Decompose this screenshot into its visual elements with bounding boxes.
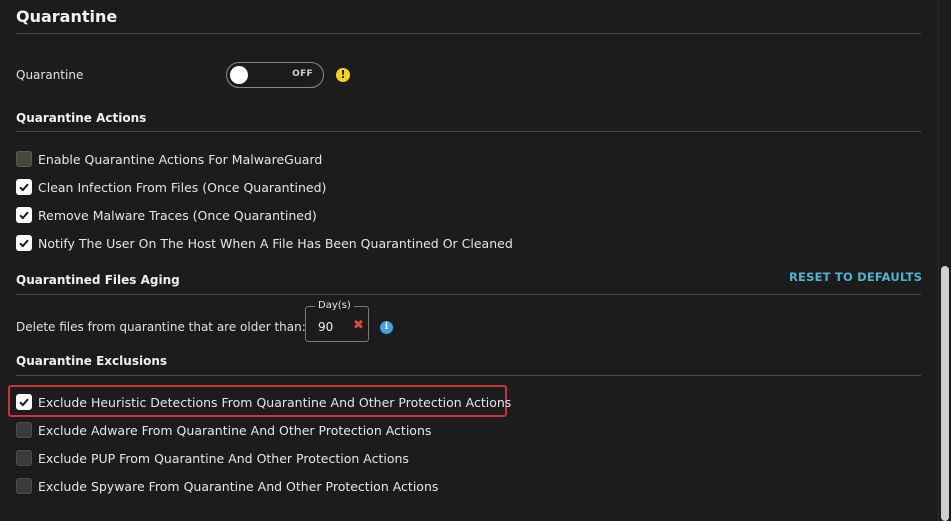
aging-heading: Quarantined Files Aging [16, 273, 180, 287]
days-input[interactable]: Day(s) 90 ✖ [305, 300, 369, 342]
quarantine-toggle-label: Quarantine [16, 68, 84, 82]
days-legend: Day(s) [315, 300, 354, 311]
checkbox-row-exclude-heuristic[interactable]: Exclude Heuristic Detections From Quaran… [16, 392, 511, 412]
checkbox-exclude-spyware[interactable] [16, 478, 32, 494]
checkbox-label: Exclude PUP From Quarantine And Other Pr… [38, 450, 409, 466]
checkbox-row-remove-traces[interactable]: Remove Malware Traces (Once Quarantined) [16, 205, 317, 225]
divider [16, 33, 921, 34]
actions-heading: Quarantine Actions [16, 111, 147, 125]
quarantine-toggle[interactable]: OFF [226, 62, 324, 88]
checkbox-label: Clean Infection From Files (Once Quarant… [38, 179, 327, 195]
checkbox-exclude-adware[interactable] [16, 422, 32, 438]
checkbox-label: Remove Malware Traces (Once Quarantined) [38, 207, 317, 223]
checkmark-icon [19, 183, 29, 192]
checkbox-label: Enable Quarantine Actions For MalwareGua… [38, 151, 323, 167]
scrollbar-thumb[interactable] [941, 266, 949, 521]
page-title: Quarantine [16, 7, 118, 26]
checkmark-icon [19, 398, 29, 407]
toggle-knob [230, 66, 248, 84]
vertical-scrollbar[interactable] [938, 0, 951, 521]
reset-to-defaults-link[interactable]: RESET TO DEFAULTS [789, 270, 922, 284]
checkbox-notify-user[interactable] [16, 235, 32, 251]
quarantine-settings-panel: Quarantine Quarantine OFF ! Quarantine A… [0, 0, 938, 521]
toggle-state-text: OFF [292, 69, 313, 79]
checkbox-exclude-pup[interactable] [16, 450, 32, 466]
checkbox-row-exclude-spyware[interactable]: Exclude Spyware From Quarantine And Othe… [16, 476, 438, 496]
days-value[interactable]: 90 [318, 320, 333, 334]
checkbox-label: Exclude Spyware From Quarantine And Othe… [38, 478, 439, 494]
checkmark-icon [19, 211, 29, 220]
checkbox-row-clean-infection[interactable]: Clean Infection From Files (Once Quarant… [16, 177, 326, 197]
checkbox-clean-infection[interactable] [16, 179, 32, 195]
checkmark-icon [19, 239, 29, 248]
checkbox-row-exclude-pup[interactable]: Exclude PUP From Quarantine And Other Pr… [16, 448, 409, 468]
exclusions-heading: Quarantine Exclusions [16, 354, 168, 368]
checkbox-label: Exclude Heuristic Detections From Quaran… [38, 394, 512, 410]
checkbox-row-exclude-adware[interactable]: Exclude Adware From Quarantine And Other… [16, 420, 431, 440]
divider [16, 131, 921, 132]
info-icon[interactable]: i [380, 321, 393, 334]
warning-icon[interactable]: ! [336, 68, 350, 82]
divider [16, 375, 921, 376]
delete-files-label: Delete files from quarantine that are ol… [16, 320, 306, 334]
checkbox-malwareguard[interactable] [16, 151, 32, 167]
checkbox-row-notify-user[interactable]: Notify The User On The Host When A File … [16, 233, 513, 253]
checkbox-label: Notify The User On The Host When A File … [38, 235, 513, 251]
checkbox-exclude-heuristic[interactable] [16, 394, 32, 410]
divider [16, 294, 921, 295]
checkbox-row-malwareguard[interactable]: Enable Quarantine Actions For MalwareGua… [16, 149, 322, 169]
checkbox-remove-traces[interactable] [16, 207, 32, 223]
checkbox-label: Exclude Adware From Quarantine And Other… [38, 422, 432, 438]
clear-icon[interactable]: ✖ [353, 318, 364, 333]
